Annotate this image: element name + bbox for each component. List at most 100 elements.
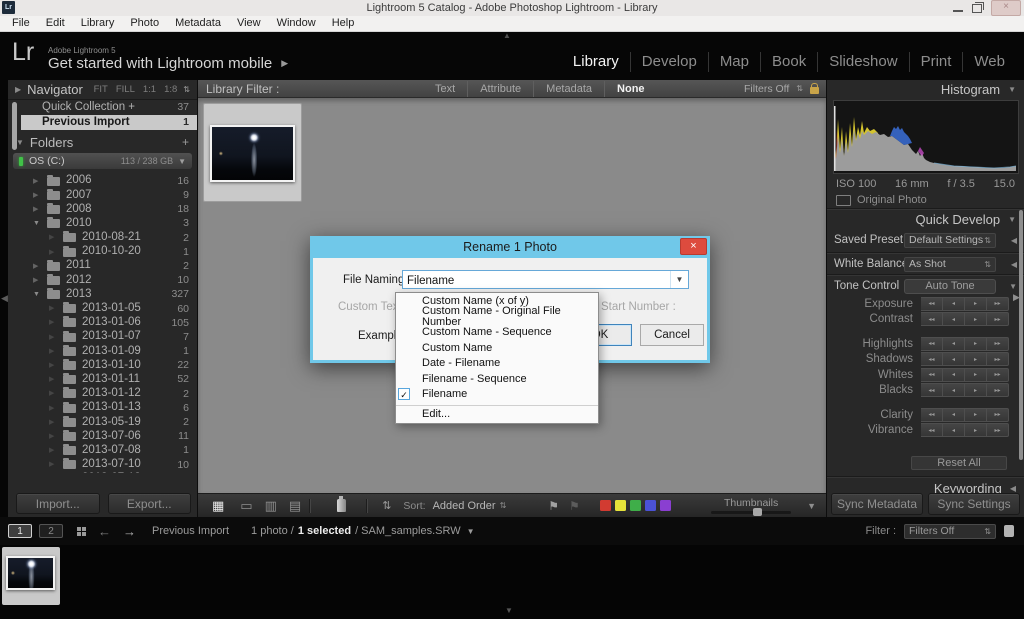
stepper-icon[interactable]: ⇅ bbox=[500, 501, 507, 510]
reset-all-button[interactable]: Reset All bbox=[911, 456, 1007, 470]
decrease-small-button[interactable]: ◂ bbox=[943, 352, 965, 366]
color-label-chip[interactable] bbox=[660, 500, 671, 511]
filmstrip-thumbnail[interactable] bbox=[6, 556, 55, 590]
minimize-icon[interactable] bbox=[953, 10, 963, 12]
increase-small-button[interactable]: ▸ bbox=[965, 368, 987, 382]
slider-knob[interactable] bbox=[753, 508, 762, 516]
dropdown-item[interactable]: ✓ Filename - Sequence bbox=[396, 372, 598, 388]
decrease-small-button[interactable]: ◂ bbox=[943, 368, 965, 382]
selection-status[interactable]: 1 photo / 1 selected / SAM_samples.SRW ▼ bbox=[251, 525, 475, 537]
folder-row[interactable]: 2008 18 bbox=[8, 202, 197, 216]
flag-reject-icon[interactable]: ⚑ bbox=[569, 499, 580, 513]
folder-row[interactable]: 2013-07-10 10 bbox=[8, 458, 197, 472]
disclosure-triangle-icon[interactable] bbox=[49, 234, 57, 241]
folder-row[interactable]: 2013-01-13 6 bbox=[8, 401, 197, 415]
decrease-large-button[interactable]: ◂◂ bbox=[921, 408, 943, 422]
stepper-icon[interactable]: ⇅ bbox=[796, 84, 803, 93]
folder-row[interactable]: 2013-07-08 1 bbox=[8, 444, 197, 458]
auto-tone-button[interactable]: Auto Tone bbox=[904, 279, 996, 294]
import-button[interactable]: Import... bbox=[16, 493, 100, 514]
disclosure-triangle-icon[interactable] bbox=[49, 390, 57, 397]
increase-large-button[interactable]: ▸▸ bbox=[987, 408, 1009, 422]
dropdown-item[interactable]: ✓ Custom Name - Sequence bbox=[396, 325, 598, 341]
decrease-large-button[interactable]: ◂◂ bbox=[921, 312, 943, 326]
folder-row[interactable]: 2013-01-05 60 bbox=[8, 302, 197, 316]
collapse-top-panel-icon[interactable]: ▲ bbox=[503, 31, 511, 40]
disclosure-triangle-icon[interactable] bbox=[33, 178, 41, 185]
photo-thumbnail[interactable] bbox=[210, 125, 295, 182]
grid-view-icon[interactable]: ▦ bbox=[212, 499, 224, 512]
menu-item[interactable]: Edit bbox=[38, 16, 73, 31]
color-label-chip[interactable] bbox=[630, 500, 641, 511]
increase-small-button[interactable]: ▸ bbox=[965, 383, 987, 397]
collapse-left-panel-icon[interactable]: ◀ bbox=[1, 293, 8, 304]
sort-order-select[interactable]: Added Order bbox=[433, 500, 496, 512]
decrease-small-button[interactable]: ◂ bbox=[943, 423, 965, 437]
increase-small-button[interactable]: ▸ bbox=[965, 408, 987, 422]
zoom-option[interactable]: FIT bbox=[94, 84, 108, 95]
menu-item[interactable]: Metadata bbox=[167, 16, 229, 31]
loupe-view-icon[interactable]: ▭ bbox=[240, 499, 252, 512]
folders-header[interactable]: ▼ Folders + bbox=[8, 133, 197, 151]
painter-spray-can-icon[interactable] bbox=[337, 499, 346, 512]
quick-develop-header[interactable]: Quick Develop ▼ bbox=[827, 210, 1024, 228]
sync-metadata-button[interactable]: Sync Metadata bbox=[831, 493, 923, 515]
disclosure-triangle-icon[interactable] bbox=[49, 305, 57, 312]
second-window-button[interactable]: 2 bbox=[39, 524, 63, 538]
folder-row[interactable]: 2013-01-12 2 bbox=[8, 387, 197, 401]
folder-row[interactable]: 2012 10 bbox=[8, 273, 197, 287]
module-tab[interactable]: Print bbox=[909, 52, 963, 72]
filmstrip-filter-select[interactable]: Filters Off ⇅ bbox=[904, 524, 996, 539]
decrease-large-button[interactable]: ◂◂ bbox=[921, 383, 943, 397]
increase-small-button[interactable]: ▸ bbox=[965, 337, 987, 351]
increase-small-button[interactable]: ▸ bbox=[965, 297, 987, 311]
decrease-small-button[interactable]: ◂ bbox=[943, 312, 965, 326]
collapse-filmstrip-icon[interactable]: ▼ bbox=[505, 606, 513, 615]
disclosure-triangle-icon[interactable] bbox=[33, 206, 41, 213]
filter-toggle-icon[interactable] bbox=[1004, 525, 1014, 537]
volume-browser[interactable]: OS (C:) 113 / 238 GB ▼ bbox=[13, 153, 192, 169]
go-to-grid-icon[interactable] bbox=[77, 527, 86, 536]
menu-item[interactable]: Library bbox=[73, 16, 123, 31]
folder-row[interactable]: 2010 3 bbox=[8, 217, 197, 231]
export-button[interactable]: Export... bbox=[108, 493, 192, 514]
catalog-item[interactable]: Previous Import 1 bbox=[21, 115, 197, 130]
navigator-header[interactable]: ▶ Navigator FITFILL1:11:8 ⇅ bbox=[8, 80, 197, 100]
lock-icon[interactable] bbox=[810, 87, 819, 94]
module-tab[interactable]: Slideshow bbox=[817, 52, 908, 72]
histogram-graph[interactable] bbox=[833, 100, 1019, 174]
disclosure-triangle-icon[interactable] bbox=[49, 362, 57, 369]
increase-large-button[interactable]: ▸▸ bbox=[987, 423, 1009, 437]
increase-large-button[interactable]: ▸▸ bbox=[987, 297, 1009, 311]
menu-item[interactable]: View bbox=[229, 16, 269, 31]
module-tab[interactable]: Book bbox=[760, 52, 817, 72]
expand-left-icon[interactable]: ◀ bbox=[1011, 260, 1017, 269]
folder-row[interactable]: 2011 2 bbox=[8, 259, 197, 273]
increase-large-button[interactable]: ▸▸ bbox=[987, 383, 1009, 397]
catalog-item[interactable]: Quick Collection + 37 bbox=[21, 100, 197, 115]
compare-view-icon[interactable]: ▥ bbox=[265, 499, 277, 512]
filter-preset-select[interactable]: Filters Off bbox=[744, 83, 789, 95]
stepper-icon[interactable]: ⇅ bbox=[183, 85, 190, 94]
restore-icon[interactable] bbox=[972, 4, 982, 13]
disclosure-triangle-icon[interactable] bbox=[49, 334, 57, 341]
disclosure-triangle-icon[interactable] bbox=[49, 447, 57, 454]
decrease-large-button[interactable]: ◂◂ bbox=[921, 368, 943, 382]
disclosure-triangle-icon[interactable] bbox=[33, 220, 41, 227]
disclosure-triangle-icon[interactable] bbox=[33, 291, 41, 298]
folder-row[interactable]: 2010-10-20 1 bbox=[8, 245, 197, 259]
increase-small-button[interactable]: ▸ bbox=[965, 352, 987, 366]
decrease-large-button[interactable]: ◂◂ bbox=[921, 297, 943, 311]
decrease-large-button[interactable]: ◂◂ bbox=[921, 423, 943, 437]
histogram-header[interactable]: Histogram ▼ bbox=[827, 80, 1024, 99]
disclosure-triangle-icon[interactable] bbox=[49, 319, 57, 326]
main-window-button[interactable]: 1 bbox=[8, 524, 32, 538]
decrease-large-button[interactable]: ◂◂ bbox=[921, 337, 943, 351]
folder-row[interactable]: 2010-08-21 2 bbox=[8, 231, 197, 245]
disclosure-triangle-icon[interactable] bbox=[49, 405, 57, 412]
zoom-option[interactable]: 1:8 bbox=[164, 84, 177, 95]
back-arrow-icon[interactable]: ← bbox=[98, 524, 111, 539]
module-tab[interactable]: Develop bbox=[630, 52, 708, 72]
toolbar-options-icon[interactable]: ▼ bbox=[807, 501, 816, 511]
source-label[interactable]: Previous Import bbox=[152, 525, 229, 537]
